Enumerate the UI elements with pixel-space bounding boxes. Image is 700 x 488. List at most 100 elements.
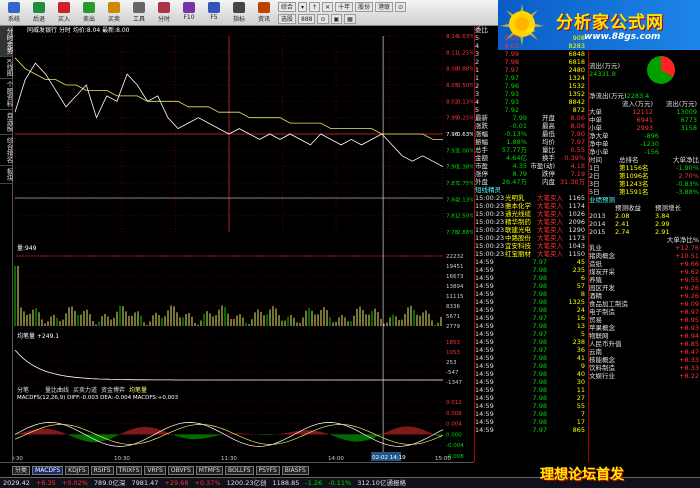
indicator-tab[interactable]: MACDFS bbox=[32, 465, 64, 475]
indicator-tab[interactable]: MTMFS bbox=[195, 465, 223, 475]
ddx-label: 均笔量 +249.1 bbox=[17, 332, 59, 340]
tick-row-cell: 1174 bbox=[568, 202, 585, 210]
tick-row-cell: 大笔买入 bbox=[537, 218, 563, 226]
stat-row-cell: 金额 bbox=[475, 154, 488, 162]
toolbar-button-tool[interactable]: 工具 bbox=[127, 1, 151, 25]
buy-row: 4 7.93 8842 bbox=[475, 98, 588, 106]
fund-net-row: 净小单 -156 bbox=[589, 148, 700, 156]
toolbar-row2-item[interactable]: ▦ bbox=[344, 13, 356, 24]
rank-head: 时间 总排名 大单净比 bbox=[589, 156, 700, 164]
status-item: -1.26 bbox=[305, 479, 323, 487]
toolbar-button-label: 买卖 bbox=[107, 15, 120, 23]
sub-tab[interactable]: 均笔量 bbox=[129, 386, 147, 394]
sector-row-cell: 人民币升值 bbox=[589, 340, 622, 348]
indicator-tab[interactable]: RSIFS bbox=[90, 465, 114, 475]
indicator-tab[interactable]: BIASFS bbox=[281, 465, 309, 475]
macd-tick: 0.012 bbox=[446, 400, 462, 406]
tick-row: 15:00:23 光明乳 大笔买入 1165 bbox=[475, 194, 588, 202]
sector-row-cell: 饮料制造 bbox=[589, 364, 615, 372]
fund-net-row-cell: -156 bbox=[644, 148, 659, 156]
indicator-tab[interactable]: BOLLFS bbox=[224, 465, 254, 475]
toolbar-row1-item[interactable]: ▾ bbox=[298, 1, 308, 12]
toolbar-button-label: 分时 bbox=[157, 15, 170, 23]
tick-row-cell: 1165 bbox=[568, 194, 585, 202]
trade-row-cell: 14:59 bbox=[475, 394, 494, 402]
toolbar-row1-item[interactable]: ↑ bbox=[309, 1, 321, 12]
forecast-row-cell: 2.99 bbox=[655, 220, 670, 228]
toolbar-button-indicator[interactable]: 指标 bbox=[227, 1, 251, 25]
toolbar-button-back[interactable]: 后退 bbox=[27, 1, 51, 25]
toolbar-button-news[interactable]: 资讯 bbox=[252, 1, 276, 25]
sector-row: 园区开发 +9.26 bbox=[589, 284, 700, 292]
tick-tab[interactable]: 短线精灵 bbox=[475, 186, 588, 194]
trade-row-cell: 7.98 bbox=[532, 322, 547, 330]
tick-tab-label: 短线精灵 bbox=[475, 186, 501, 194]
sector-row-cell: 食品加工制造 bbox=[589, 300, 628, 308]
buy-row-cell: 1 bbox=[475, 74, 480, 82]
toolbar-row2-item[interactable]: 888 bbox=[298, 13, 316, 24]
stat-row: 涨停 8.79 跌停 7.19 bbox=[475, 170, 588, 178]
left-tab[interactable]: 自选股 bbox=[0, 110, 13, 135]
toolbar-button-trade[interactable]: 买卖 bbox=[102, 1, 126, 25]
trade-row-cell: 865 bbox=[572, 426, 585, 434]
toolbar-button-f10[interactable]: F10 bbox=[177, 1, 201, 25]
left-tab[interactable]: 个股资料 bbox=[0, 79, 13, 111]
toolbar-row2-item[interactable]: ⊙ bbox=[317, 13, 329, 24]
sell-row-cell: 4 bbox=[475, 42, 480, 50]
fund-row-cell: 12112 bbox=[632, 108, 653, 116]
toolbar-button-sell[interactable]: 卖出 bbox=[77, 1, 101, 25]
trade-row-cell: 7.98 bbox=[532, 282, 547, 290]
toolbar-row1-item[interactable]: 综合 bbox=[278, 1, 297, 12]
trade-row-cell: 14:59 bbox=[475, 338, 494, 346]
status-item: +6.35 bbox=[35, 479, 56, 487]
tick-row-cell: 15:00:23 bbox=[475, 194, 505, 202]
toolbar-button-f5[interactable]: F5 bbox=[202, 1, 226, 25]
sub-tab[interactable]: 分笔 bbox=[17, 386, 29, 394]
indicator-tab[interactable]: TRIXFS bbox=[115, 465, 143, 475]
indicator-tab[interactable]: OBVFS bbox=[167, 465, 194, 475]
left-tab[interactable]: 综合排名 bbox=[0, 135, 13, 166]
brand-url[interactable]: www.88gs.com bbox=[584, 32, 660, 42]
left-tab[interactable]: 分时走势 bbox=[0, 26, 13, 57]
stat-row: 涨跌 -0.01 最高 8.08 bbox=[475, 122, 588, 130]
sub-tab[interactable]: 量比曲线 bbox=[45, 386, 69, 394]
sub-tab[interactable]: 买卖力道 bbox=[73, 386, 97, 394]
sector-row-cell: +8.95 bbox=[679, 316, 699, 324]
toolbar-button-buy[interactable]: 买入 bbox=[52, 1, 76, 25]
rank-row-cell: 2日 bbox=[589, 172, 600, 180]
indicator-tab[interactable]: VRFS bbox=[144, 465, 166, 475]
pct-tick: 0.25% bbox=[457, 116, 473, 122]
sell-row-cell: 6848 bbox=[568, 50, 585, 58]
f10-icon bbox=[183, 1, 195, 13]
toolbar-row2-item[interactable]: ▣ bbox=[330, 13, 343, 24]
left-tab[interactable]: 板块 bbox=[0, 166, 13, 184]
sub-tab[interactable]: 资金博弈 bbox=[101, 386, 125, 394]
toolbar-row1-item[interactable]: 十年 bbox=[335, 1, 354, 12]
forecast-row-cell: 2.08 bbox=[615, 212, 630, 220]
sell-row-cell: 5 bbox=[475, 34, 480, 42]
toolbar-row1-item[interactable]: 港联 bbox=[375, 1, 394, 12]
toolbar-button-timeshare[interactable]: 分时 bbox=[152, 1, 176, 25]
tool-icon bbox=[133, 1, 145, 13]
indicator-tab[interactable]: PSYFS bbox=[255, 465, 280, 475]
tick-row-cell: 大笔买入 bbox=[537, 202, 563, 210]
toolbar-button-home[interactable]: 系统 bbox=[2, 1, 26, 25]
fund-net-row-cell: 净大单 bbox=[589, 132, 609, 140]
intraday-chart[interactable]: 同威发银行 分时 均价:8.04 最新:8.00 8.14 8.11 8.08 8.05… bbox=[7, 26, 474, 462]
toolbar-row1-item[interactable]: ⊙ bbox=[395, 1, 407, 12]
stat-row-cell: -0.01 bbox=[510, 122, 527, 130]
fund-row-cell: 小单 bbox=[589, 124, 602, 132]
quote-header-cell: 委比 bbox=[475, 26, 488, 34]
toolbar-row2-item[interactable]: 选股 bbox=[278, 13, 297, 24]
tick-row-cell: 大笔买入 bbox=[537, 242, 563, 250]
indicator-tab[interactable]: 分类 bbox=[12, 465, 31, 475]
toolbar-row1-item[interactable]: ✕ bbox=[322, 1, 334, 12]
trade-row-cell: 5 bbox=[580, 330, 585, 338]
indicator-tab[interactable]: KDJFS bbox=[65, 465, 89, 475]
fund-out-label: 流出(万元) bbox=[589, 62, 621, 70]
left-tab[interactable]: K线图 bbox=[0, 57, 13, 80]
sector-row: 饮料制造 +8.33 bbox=[589, 364, 700, 372]
toolbar-row1-item[interactable]: 股份 bbox=[355, 1, 374, 12]
sell-row-cell: 7.97 bbox=[504, 66, 519, 74]
sell-row: 5 8.05 908 bbox=[475, 34, 588, 42]
